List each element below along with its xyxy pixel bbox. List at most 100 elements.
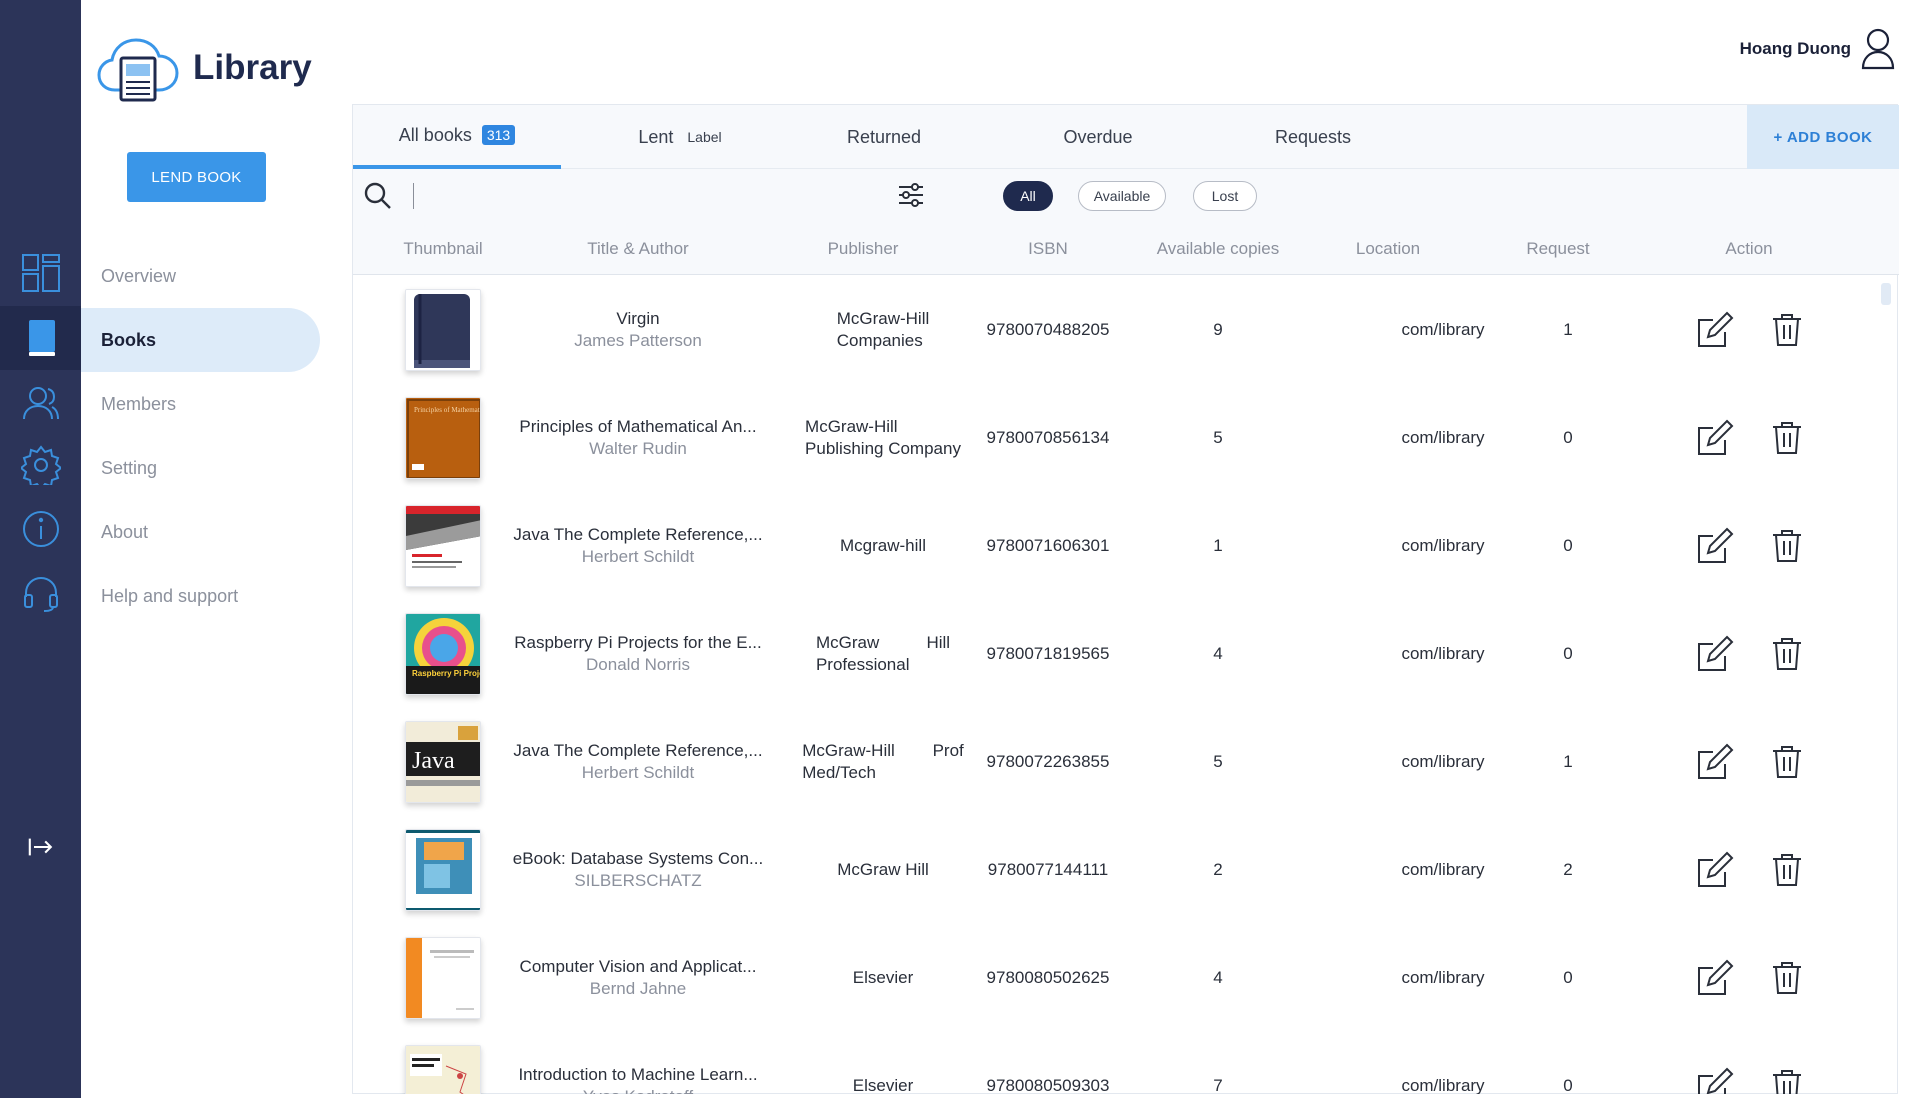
tab-requests[interactable]: Requests xyxy=(1248,105,1378,169)
tab-all-books[interactable]: All books 313 xyxy=(353,105,561,169)
book-thumbnail[interactable]: Raspberry Pi Projects for the Evil Geniu… xyxy=(405,613,481,695)
edit-icon[interactable] xyxy=(1695,1066,1735,1094)
table-row[interactable]: Principles of Mathematical Analysis Prin… xyxy=(353,384,1899,492)
rail-books[interactable] xyxy=(0,306,81,370)
add-book-button[interactable]: + ADD BOOK xyxy=(1747,105,1899,169)
table-row[interactable]: Java The Complete Reference,... Herbert … xyxy=(353,492,1899,600)
trash-icon[interactable] xyxy=(1771,960,1803,996)
sidebar-item-books[interactable]: Books xyxy=(81,308,320,372)
edit-icon[interactable] xyxy=(1695,418,1735,458)
search-icon[interactable] xyxy=(363,181,393,211)
rail-about[interactable] xyxy=(0,500,81,558)
edit-icon[interactable] xyxy=(1695,310,1735,350)
edit-icon[interactable] xyxy=(1695,850,1735,890)
col-action: Action xyxy=(1725,239,1773,258)
sidebar-item-setting[interactable]: Setting xyxy=(81,436,355,500)
book-icon xyxy=(28,320,55,356)
book-thumbnail[interactable]: Principles of Mathematical Analysis xyxy=(405,397,481,479)
sidebar-item-help[interactable]: Help and support xyxy=(81,564,355,628)
book-copies: 2 xyxy=(1213,860,1223,879)
book-isbn: 9780077144111 xyxy=(987,860,1109,879)
table-header: Thumbnail Title & Author Publisher ISBN … xyxy=(353,223,1899,275)
book-thumbnail[interactable] xyxy=(405,289,481,371)
book-isbn: 9780071606301 xyxy=(986,536,1110,555)
book-thumbnail[interactable]: Java xyxy=(405,721,481,803)
book-thumbnail[interactable] xyxy=(405,505,481,587)
book-copies: 4 xyxy=(1213,968,1223,987)
book-author: Bernd Jahne xyxy=(589,979,687,998)
tab-lent[interactable]: Lent Label xyxy=(615,105,745,169)
book-copies: 5 xyxy=(1213,428,1223,447)
sidebar-item-overview[interactable]: Overview xyxy=(81,244,355,308)
table-row[interactable]: Computer Vision and Applicat... Bernd Ja… xyxy=(353,924,1899,1032)
book-author: Herbert Schildt xyxy=(581,547,695,566)
user-menu[interactable]: Hoang Duong xyxy=(1740,28,1895,70)
app-title: Library xyxy=(193,48,312,87)
trash-icon[interactable] xyxy=(1771,636,1803,672)
book-publisher: McGraw-Hill Publishing Company xyxy=(805,417,961,458)
user-icon xyxy=(1861,28,1895,70)
book-copies: 5 xyxy=(1213,752,1223,771)
trash-icon[interactable] xyxy=(1771,312,1803,348)
filter-lost-chip[interactable]: Lost xyxy=(1193,181,1257,211)
lend-book-button[interactable]: LEND BOOK xyxy=(127,152,266,202)
tab-overdue[interactable]: Overdue xyxy=(1033,105,1163,169)
book-title: Virgin xyxy=(616,309,660,328)
book-title: Raspberry Pi Projects for the E... xyxy=(514,633,762,652)
col-title-author: Title & Author xyxy=(587,239,689,258)
rail-overview[interactable] xyxy=(0,244,81,302)
filter-available-chip[interactable]: Available xyxy=(1078,181,1166,211)
book-copies: 1 xyxy=(1213,536,1223,555)
table-row[interactable]: Virgin James Patterson McGraw-Hill Compa… xyxy=(353,276,1899,384)
book-publisher: Elsevier xyxy=(852,968,914,987)
cover-text: Java xyxy=(412,748,455,774)
table-row[interactable]: Raspberry Pi Projects for the Evil Geniu… xyxy=(353,600,1899,708)
filter-all-chip[interactable]: All xyxy=(1003,181,1053,211)
sidebar: Library LEND BOOK Overview Books Members… xyxy=(81,0,355,1098)
book-isbn: 9780070856134 xyxy=(986,428,1110,447)
edit-icon[interactable] xyxy=(1695,634,1735,674)
sidebar-item-about[interactable]: About xyxy=(81,500,355,564)
logo: Library xyxy=(95,32,312,104)
trash-icon[interactable] xyxy=(1771,420,1803,456)
edit-icon[interactable] xyxy=(1695,958,1735,998)
edit-icon[interactable] xyxy=(1695,526,1735,566)
search-input[interactable] xyxy=(413,183,833,209)
book-author: Donald Norris xyxy=(586,655,690,674)
books-table-body: Virgin James Patterson McGraw-Hill Compa… xyxy=(353,276,1899,1094)
book-author: Herbert Schildt xyxy=(581,763,695,782)
book-request: 0 xyxy=(1563,968,1573,987)
scrollbar-thumb[interactable] xyxy=(1881,283,1891,305)
book-copies: 7 xyxy=(1213,1076,1223,1094)
trash-icon[interactable] xyxy=(1771,852,1803,888)
book-thumbnail[interactable] xyxy=(405,1045,481,1094)
book-thumbnail[interactable] xyxy=(405,937,481,1019)
book-title: Principles of Mathematical An... xyxy=(519,417,757,436)
filter-icon[interactable] xyxy=(897,181,925,209)
book-author: SILBERSCHATZ xyxy=(574,871,702,890)
rail-members[interactable] xyxy=(0,374,81,432)
table-row[interactable]: eBook: Database Systems Con... SILBERSCH… xyxy=(353,816,1899,924)
edit-icon[interactable] xyxy=(1695,742,1735,782)
table-row[interactable]: Java Java The Complete Reference,... Her… xyxy=(353,708,1899,816)
rail-help[interactable] xyxy=(0,564,81,622)
book-publisher: McGraw Hill Professional xyxy=(815,633,951,674)
book-title: eBook: Database Systems Con... xyxy=(512,849,764,868)
trash-icon[interactable] xyxy=(1771,528,1803,564)
rail-logout[interactable] xyxy=(0,818,81,876)
book-author: Walter Rudin xyxy=(589,439,687,458)
tab-returned[interactable]: Returned xyxy=(819,105,949,169)
book-publisher: Elsevier xyxy=(852,1076,914,1094)
book-request: 0 xyxy=(1563,428,1573,447)
book-title: Java The Complete Reference,... xyxy=(513,741,763,760)
book-request: 0 xyxy=(1563,1076,1573,1094)
rail-setting[interactable] xyxy=(0,436,81,494)
members-icon xyxy=(22,387,59,420)
trash-icon[interactable] xyxy=(1771,744,1803,780)
book-thumbnail[interactable] xyxy=(405,829,481,911)
table-row[interactable]: Introduction to Machine Learn... Yves Ko… xyxy=(353,1032,1899,1094)
sidebar-item-members[interactable]: Members xyxy=(81,372,355,436)
trash-icon[interactable] xyxy=(1771,1068,1803,1094)
col-publisher: Publisher xyxy=(827,239,899,258)
book-title: Java The Complete Reference,... xyxy=(513,525,763,544)
